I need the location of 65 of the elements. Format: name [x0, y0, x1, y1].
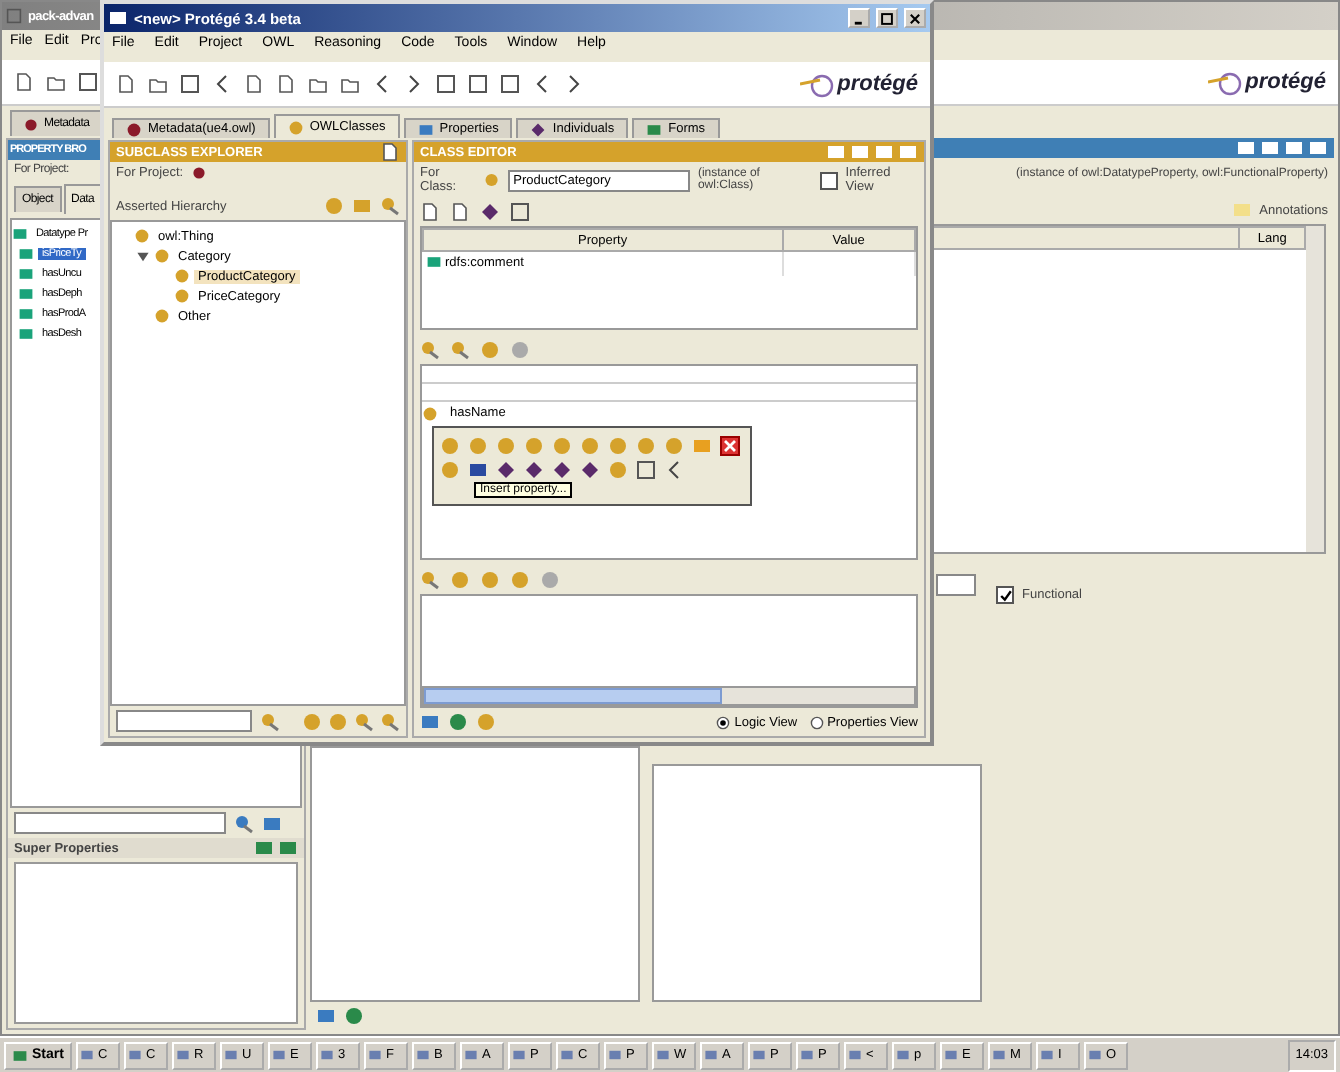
maximize-icon: [880, 11, 894, 25]
app-icon: [6, 8, 22, 24]
folder-icon[interactable]: [46, 72, 66, 92]
app-icon: [799, 1048, 814, 1062]
app-icon: [367, 1048, 382, 1062]
app-icon: [1039, 1048, 1054, 1062]
close[interactable]: [720, 436, 740, 456]
radio-button[interactable]: [716, 715, 731, 729]
app-icon: [415, 1048, 430, 1062]
property-icon: [417, 121, 434, 137]
expand-toggle[interactable]: [136, 249, 150, 263]
search-field[interactable]: [14, 812, 226, 834]
back-icon[interactable]: [532, 74, 552, 94]
app-icon: [655, 1048, 670, 1062]
logo-text: protégé: [837, 72, 918, 96]
horizontal-scrollbar[interactable]: [422, 686, 916, 706]
class-icon[interactable]: [440, 460, 460, 480]
app-icon: [1087, 1048, 1102, 1062]
app-icon: [127, 1048, 142, 1062]
dot-icon: [126, 121, 142, 137]
app-icon: [895, 1048, 910, 1062]
close-icon: [908, 11, 922, 25]
dropdown[interactable]: [936, 574, 976, 596]
class-icon: [422, 405, 438, 421]
class-icon: [287, 119, 304, 135]
search-field[interactable]: [116, 710, 252, 732]
checkbox[interactable]: [820, 171, 838, 189]
app-icon: [703, 1048, 718, 1062]
find-icon[interactable]: [234, 813, 254, 833]
minimize-button[interactable]: [848, 8, 870, 28]
app-icon: [79, 1048, 94, 1062]
property-icon: [425, 254, 441, 270]
app-icon: [108, 8, 128, 28]
app-icon: [607, 1048, 622, 1062]
page-icon[interactable]: [380, 142, 400, 162]
folder-icon[interactable]: [148, 74, 168, 94]
class-icon[interactable]: [476, 712, 496, 732]
class-icon: [484, 172, 500, 188]
app-icon: [271, 1048, 286, 1062]
app-icon: [463, 1048, 478, 1062]
app-icon: [847, 1048, 862, 1062]
windows-logo-icon: [12, 1047, 28, 1063]
close-button[interactable]: [904, 8, 926, 28]
app-icon: [991, 1048, 1006, 1062]
maximize-button[interactable]: [876, 8, 898, 28]
radio-button[interactable]: [809, 715, 824, 729]
app-icon: [319, 1048, 334, 1062]
new-file-icon[interactable]: [116, 74, 136, 94]
form-icon: [646, 121, 663, 137]
app-icon: [943, 1048, 958, 1062]
new-file-icon[interactable]: [14, 72, 34, 92]
app-icon: [223, 1048, 238, 1062]
app-icon: [175, 1048, 190, 1062]
note-icon: [1231, 200, 1252, 220]
dot-icon: [24, 117, 38, 131]
property-icon[interactable]: [468, 460, 488, 480]
forward-icon[interactable]: [564, 74, 584, 94]
logo-text: protégé: [1245, 70, 1326, 94]
app-icon: [559, 1048, 574, 1062]
app-icon: [751, 1048, 766, 1062]
project-dot-icon: [191, 166, 206, 180]
vertical-scrollbar[interactable]: [1306, 226, 1324, 552]
checkbox[interactable]: [996, 586, 1014, 604]
app-icon: [511, 1048, 526, 1062]
find-icon[interactable]: [260, 711, 280, 731]
